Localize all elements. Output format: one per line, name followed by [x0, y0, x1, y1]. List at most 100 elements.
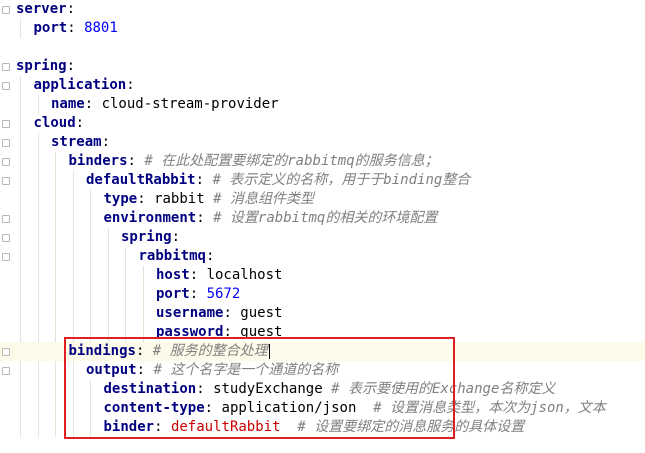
- yaml-key: spring: [121, 229, 172, 245]
- yaml-comment: # 表示要使用的Exchange名称定义: [331, 381, 556, 397]
- code-line[interactable]: spring:: [0, 228, 645, 247]
- yaml-key: port: [156, 286, 190, 302]
- yaml-punctuation: :: [126, 77, 135, 93]
- code-line[interactable]: type: rabbit # 消息组件类型: [0, 190, 645, 209]
- yaml-punctuation: :: [66, 1, 76, 17]
- yaml-key: bindings: [68, 343, 136, 359]
- fold-marker-icon[interactable]: [2, 158, 10, 166]
- fold-marker-icon[interactable]: [2, 6, 10, 14]
- code-line-current[interactable]: bindings: # 服务的整合处理: [0, 342, 645, 361]
- yaml-punctuation: :: [196, 381, 214, 397]
- fold-marker-icon[interactable]: [2, 234, 10, 242]
- yaml-key: environment: [103, 210, 197, 226]
- yaml-comment: # 消息组件类型: [213, 191, 314, 207]
- yaml-key: username: [156, 305, 224, 321]
- fold-marker-icon[interactable]: [2, 367, 10, 375]
- code-line[interactable]: name: cloud-stream-provider: [0, 95, 645, 114]
- code-line[interactable]: content-type: application/json # 设置消息类型，…: [0, 399, 645, 418]
- code-line[interactable]: environment: # 设置rabbitmq的相关的环境配置: [0, 209, 645, 228]
- yaml-number-value: 5672: [206, 286, 241, 302]
- yaml-comment: # 服务的整合处理: [152, 343, 268, 359]
- code-line-content: rabbitmq:: [139, 247, 215, 266]
- fold-marker-icon[interactable]: [2, 82, 10, 90]
- yaml-punctuation: :: [204, 400, 222, 416]
- yaml-highlighted-value: defaultRabbit: [170, 419, 298, 435]
- fold-marker-icon[interactable]: [2, 253, 10, 261]
- code-line-content: spring:: [16, 57, 75, 76]
- yaml-key: port: [33, 20, 68, 36]
- yaml-comment: # 在此处配置要绑定的rabbitmq的服务信息；: [144, 153, 439, 169]
- code-line[interactable]: password: guest: [0, 323, 645, 342]
- yaml-string-value: guest: [240, 305, 283, 321]
- yaml-key: content-type: [103, 400, 205, 416]
- code-line[interactable]: server:: [0, 0, 645, 19]
- code-line[interactable]: stream:: [0, 133, 645, 152]
- yaml-punctuation: :: [137, 191, 155, 207]
- fold-marker-icon[interactable]: [2, 139, 10, 147]
- code-line-content: binders: # 在此处配置要绑定的rabbitmq的服务信息；: [69, 152, 439, 171]
- code-line-content: server:: [16, 0, 75, 19]
- yaml-punctuation: :: [136, 362, 154, 378]
- text-caret: [268, 343, 270, 359]
- yaml-punctuation: :: [205, 248, 215, 264]
- yaml-string-value: rabbit: [154, 191, 214, 207]
- yaml-punctuation: :: [75, 115, 85, 131]
- code-line-content: password: guest: [156, 323, 282, 342]
- yaml-punctuation: :: [66, 58, 76, 74]
- yaml-key: defaultRabbit: [86, 172, 196, 188]
- fold-marker-icon[interactable]: [2, 120, 10, 128]
- code-line[interactable]: binders: # 在此处配置要绑定的rabbitmq的服务信息；: [0, 152, 645, 171]
- yaml-key: rabbitmq: [138, 248, 206, 264]
- code-line[interactable]: port: 5672: [0, 285, 645, 304]
- code-line[interactable]: output: # 这个名字是一个通道的名称: [0, 361, 645, 380]
- code-line-content: application:: [34, 76, 135, 95]
- code-line[interactable]: binder: defaultRabbit # 设置要绑定的消息服务的具体设置: [0, 418, 645, 437]
- yaml-string-value: studyExchange: [213, 381, 332, 397]
- code-line-content: bindings: # 服务的整合处理: [69, 342, 270, 361]
- yaml-punctuation: :: [171, 229, 181, 245]
- code-line-content: binder: defaultRabbit # 设置要绑定的消息服务的具体设置: [104, 418, 525, 437]
- yaml-string-value: application/json: [221, 400, 374, 416]
- code-line-content: content-type: application/json # 设置消息类型，…: [104, 399, 606, 418]
- yaml-punctuation: :: [196, 210, 214, 226]
- code-line[interactable]: defaultRabbit: # 表示定义的名称，用于于binding整合: [0, 171, 645, 190]
- code-line-content: spring:: [121, 228, 180, 247]
- yaml-punctuation: :: [189, 286, 207, 302]
- yaml-key: stream: [51, 134, 102, 150]
- yaml-key: host: [156, 267, 190, 283]
- code-line-content: username: guest: [156, 304, 282, 323]
- yaml-punctuation: :: [154, 419, 171, 435]
- code-line-content: host: localhost: [156, 266, 282, 285]
- code-line-content: defaultRabbit: # 表示定义的名称，用于于binding整合: [86, 171, 470, 190]
- code-line[interactable]: [0, 38, 645, 57]
- fold-marker-icon[interactable]: [2, 177, 10, 185]
- code-line[interactable]: host: localhost: [0, 266, 645, 285]
- yaml-comment: # 表示定义的名称，用于于binding整合: [212, 172, 471, 188]
- yaml-key: spring: [16, 58, 67, 74]
- yaml-punctuation: :: [135, 343, 153, 359]
- fold-marker-icon[interactable]: [2, 348, 10, 356]
- code-line[interactable]: username: guest: [0, 304, 645, 323]
- fold-marker-icon[interactable]: [2, 63, 10, 71]
- fold-marker-icon[interactable]: [2, 215, 10, 223]
- code-line[interactable]: spring:: [0, 57, 645, 76]
- code-line-content: port: 5672: [156, 285, 240, 304]
- yaml-key: type: [103, 191, 138, 207]
- code-line[interactable]: rabbitmq:: [0, 247, 645, 266]
- code-line-content: output: # 这个名字是一个通道的名称: [86, 361, 338, 380]
- code-line[interactable]: destination: studyExchange # 表示要使用的Excha…: [0, 380, 645, 399]
- yaml-comment: # 设置rabbitmq的相关的环境配置: [213, 210, 438, 226]
- code-line-content: environment: # 设置rabbitmq的相关的环境配置: [104, 209, 438, 228]
- code-line[interactable]: cloud:: [0, 114, 645, 133]
- yaml-comment: # 设置要绑定的消息服务的具体设置: [297, 419, 525, 435]
- code-line-content: type: rabbit # 消息组件类型: [104, 190, 314, 209]
- yaml-key: binders: [68, 153, 128, 169]
- code-line[interactable]: application:: [0, 76, 645, 95]
- yaml-punctuation: :: [223, 305, 241, 321]
- yaml-key: name: [51, 96, 85, 112]
- yaml-number-value: 8801: [84, 20, 118, 36]
- yaml-code-editor[interactable]: server: port: 8801 spring: application: name…: [0, 0, 645, 453]
- code-line[interactable]: port: 8801: [0, 19, 645, 38]
- yaml-key: server: [16, 1, 67, 17]
- code-line-content: port: 8801: [34, 19, 118, 38]
